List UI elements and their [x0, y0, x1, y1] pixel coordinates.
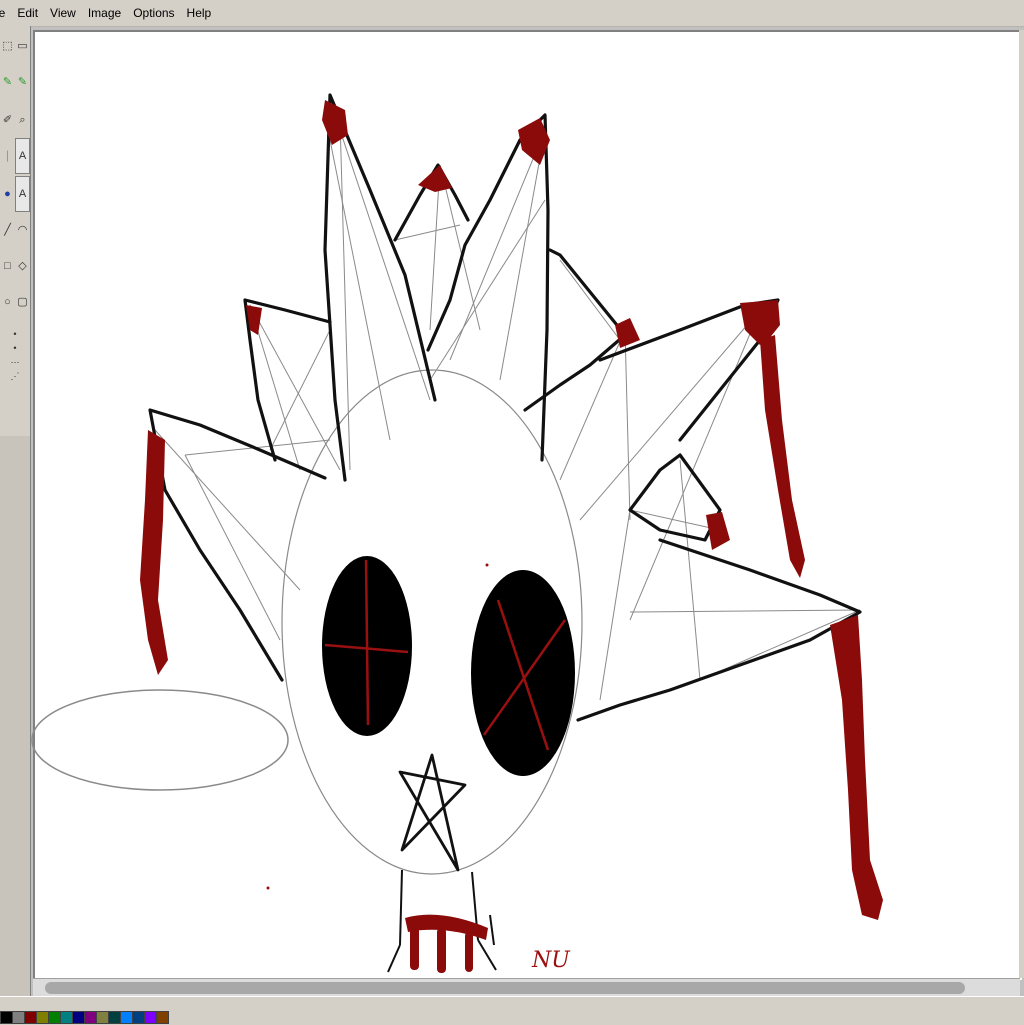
pentagram [398, 753, 467, 872]
mouth-blood [405, 914, 488, 973]
speck [266, 886, 270, 890]
palette-swatch[interactable] [156, 1011, 169, 1024]
color-palette [0, 996, 1024, 1025]
speck [485, 563, 489, 567]
left-oval [31, 689, 289, 791]
blood-drips [140, 100, 883, 920]
handwritten-signature: NU [532, 948, 570, 973]
canvas-drawing [31, 93, 883, 973]
